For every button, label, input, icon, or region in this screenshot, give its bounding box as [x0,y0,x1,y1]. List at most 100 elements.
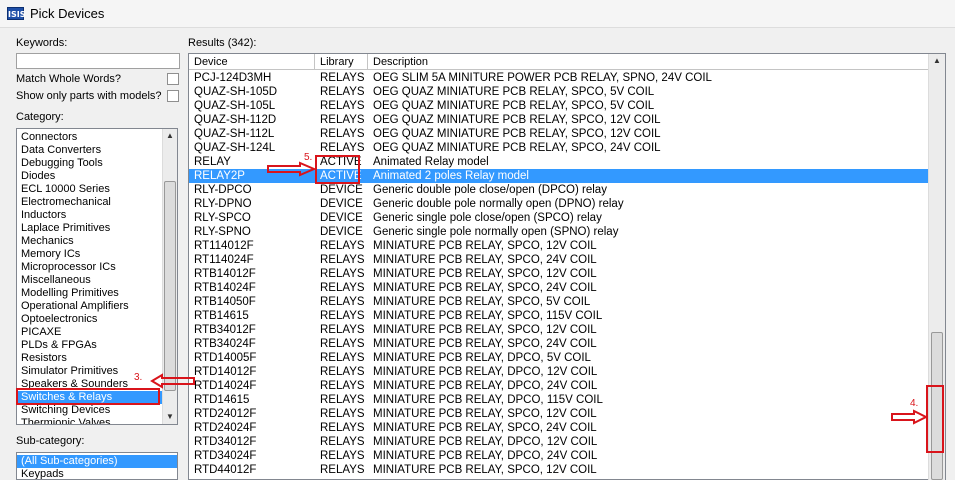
table-row[interactable]: RTD14615 RELAYS MINIATURE PCB RELAY, DPCO,… [189,393,931,407]
match-whole-words-checkbox[interactable] [167,73,179,85]
cell-device: RTD34012F [194,436,257,448]
category-item[interactable]: Mechanics [17,235,177,248]
table-row[interactable]: RTD44012F RELAYS MINIATURE PCB RELAY, SPCO… [189,463,931,477]
cell-library: RELAYS [320,422,365,434]
category-item[interactable]: Thermionic Valves [17,417,177,424]
table-row[interactable]: RTD34024F RELAYS MINIATURE PCB RELAY, DPCO… [189,449,931,463]
column-header-description[interactable]: Description [368,54,931,70]
column-header-library[interactable]: Library [315,54,368,70]
table-row[interactable]: QUAZ-SH-124L RELAYS OEG QUAZ MINIATURE PCB… [189,141,931,155]
category-item[interactable]: PLDs & FPGAs [17,339,177,352]
category-item[interactable]: Microprocessor ICs [17,261,177,274]
category-item[interactable]: Laplace Primitives [17,222,177,235]
cell-description: OEG QUAZ MINIATURE PCB RELAY, SPCO, 5V C… [373,100,655,112]
cell-library: RELAYS [320,128,365,140]
table-row[interactable]: RTD14012F RELAYS MINIATURE PCB RELAY, DPCO… [189,365,931,379]
cell-device: RTB14050F [194,296,256,308]
cell-description: Generic single pole close/open (SPCO) re… [373,212,602,224]
category-item[interactable]: Inductors [17,209,177,222]
show-models-checkbox[interactable] [167,90,179,102]
subcategory-item[interactable]: (All Sub-categories) [17,455,177,468]
cell-description: MINIATURE PCB RELAY, DPCO, 12V COIL [373,366,598,378]
table-row[interactable]: RTB14024F RELAYS MINIATURE PCB RELAY, SPCO… [189,281,931,295]
cell-device: QUAZ-SH-112D [194,114,277,126]
category-item[interactable]: Data Converters [17,144,177,157]
cell-device: QUAZ-SH-105L [194,100,276,112]
cell-library: DEVICE [320,226,363,238]
table-row[interactable]: RTD24012F RELAYS MINIATURE PCB RELAY, SPCO… [189,407,931,421]
table-row[interactable]: RT114024F RELAYS MINIATURE PCB RELAY, SPCO… [189,253,931,267]
cell-device: RTB34012F [194,324,256,336]
cell-description: OEG SLIM 5A MINITURE POWER PCB RELAY, SP… [373,72,712,84]
isis-app-icon: ISIS [7,7,25,20]
cell-description: MINIATURE PCB RELAY, SPCO, 12V COIL [373,268,597,280]
annotation-step-3: 3. [134,372,143,383]
scroll-thumb[interactable] [164,181,176,391]
cell-description: Animated 2 poles Relay model [373,170,529,182]
category-item[interactable]: Electromechanical [17,196,177,209]
table-row[interactable]: RTB14050F RELAYS MINIATURE PCB RELAY, SPCO… [189,295,931,309]
category-item[interactable]: ECL 10000 Series [17,183,177,196]
table-row[interactable]: RTD14005F RELAYS MINIATURE PCB RELAY, DPCO… [189,351,931,365]
annotation-arrow-right [267,161,316,177]
table-row[interactable]: QUAZ-SH-105D RELAYS OEG QUAZ MINIATURE PCB… [189,85,931,99]
keywords-input[interactable] [16,53,180,69]
category-item[interactable]: Diodes [17,170,177,183]
cell-device: QUAZ-SH-105D [194,86,278,98]
cell-library: RELAYS [320,114,365,126]
category-item[interactable]: Switching Devices [17,404,177,417]
cell-description: Animated Relay model [373,156,489,168]
table-row[interactable]: RTB14615 RELAYS MINIATURE PCB RELAY, SPCO,… [189,309,931,323]
cell-description: MINIATURE PCB RELAY, SPCO, 115V COIL [373,310,603,322]
table-row[interactable]: RT114012F RELAYS MINIATURE PCB RELAY, SPCO… [189,239,931,253]
category-item[interactable]: Miscellaneous [17,274,177,287]
cell-library: RELAYS [320,296,365,308]
category-item[interactable]: Optoelectronics [17,313,177,326]
cell-description: OEG QUAZ MINIATURE PCB RELAY, SPCO, 12V … [373,128,661,140]
table-row[interactable]: QUAZ-SH-105L RELAYS OEG QUAZ MINIATURE PCB… [189,99,931,113]
annotation-box-category [16,388,160,405]
table-row[interactable]: RTB14012F RELAYS MINIATURE PCB RELAY, SPCO… [189,267,931,281]
table-row[interactable]: RLY-DPNO DEVICE Generic double pole normal… [189,197,931,211]
subcategory-items: (All Sub-categories) Keypads [17,455,177,479]
column-header-device[interactable]: Device [189,54,315,70]
window-title: Pick Devices [30,6,105,21]
category-item[interactable]: Operational Amplifiers [17,300,177,313]
scroll-up-icon[interactable]: ▲ [163,129,177,143]
cell-device: RTD14012F [194,366,257,378]
subcategory-item[interactable]: Keypads [17,468,177,479]
cell-device: RTD44012F [194,464,257,476]
table-row[interactable]: RLY-SPCO DEVICE Generic single pole close/… [189,211,931,225]
table-row[interactable]: RTB34012F RELAYS MINIATURE PCB RELAY, SPCO… [189,323,931,337]
table-row[interactable]: RTD24024F RELAYS MINIATURE PCB RELAY, SPCO… [189,421,931,435]
cell-description: MINIATURE PCB RELAY, DPCO, 5V COIL [373,352,591,364]
results-scroll-up-icon[interactable]: ▲ [930,54,944,68]
cell-description: Generic single pole normally open (SPNO)… [373,226,619,238]
cell-device: RLY-DPCO [194,184,252,196]
table-row[interactable]: RTD34012F RELAYS MINIATURE PCB RELAY, DPCO… [189,435,931,449]
table-row[interactable]: QUAZ-SH-112L RELAYS OEG QUAZ MINIATURE PCB… [189,127,931,141]
cell-device: PCJ-124D3MH [194,72,272,84]
cell-library: RELAYS [320,310,365,322]
category-item[interactable]: PICAXE [17,326,177,339]
category-item[interactable]: Resistors [17,352,177,365]
cell-description: MINIATURE PCB RELAY, SPCO, 12V COIL [373,408,597,420]
table-row[interactable]: RTD14024F RELAYS MINIATURE PCB RELAY, DPCO… [189,379,931,393]
category-item[interactable]: Connectors [17,131,177,144]
subcategory-listbox[interactable]: (All Sub-categories) Keypads [16,452,178,480]
category-item[interactable]: Debugging Tools [17,157,177,170]
table-row[interactable]: RTB34024F RELAYS MINIATURE PCB RELAY, SPCO… [189,337,931,351]
cell-description: MINIATURE PCB RELAY, DPCO, 115V COIL [373,394,603,406]
cell-library: RELAYS [320,72,365,84]
table-row[interactable]: RLY-SPNO DEVICE Generic single pole normal… [189,225,931,239]
category-item[interactable]: Memory ICs [17,248,177,261]
scroll-down-icon[interactable]: ▼ [163,410,177,424]
table-row[interactable]: PCJ-124D3MH RELAYS OEG SLIM 5A MINITURE PO… [189,71,931,85]
cell-device: QUAZ-SH-124L [194,142,276,154]
cell-description: MINIATURE PCB RELAY, SPCO, 12V COIL [373,464,597,476]
cell-device: RTD14024F [194,380,257,392]
table-row[interactable]: RLY-DPCO DEVICE Generic double pole close/… [189,183,931,197]
category-item[interactable]: Modelling Primitives [17,287,177,300]
table-row[interactable]: QUAZ-SH-112D RELAYS OEG QUAZ MINIATURE PCB… [189,113,931,127]
results-table[interactable]: Device Library Description PCJ-124D3MH RE… [188,53,946,480]
